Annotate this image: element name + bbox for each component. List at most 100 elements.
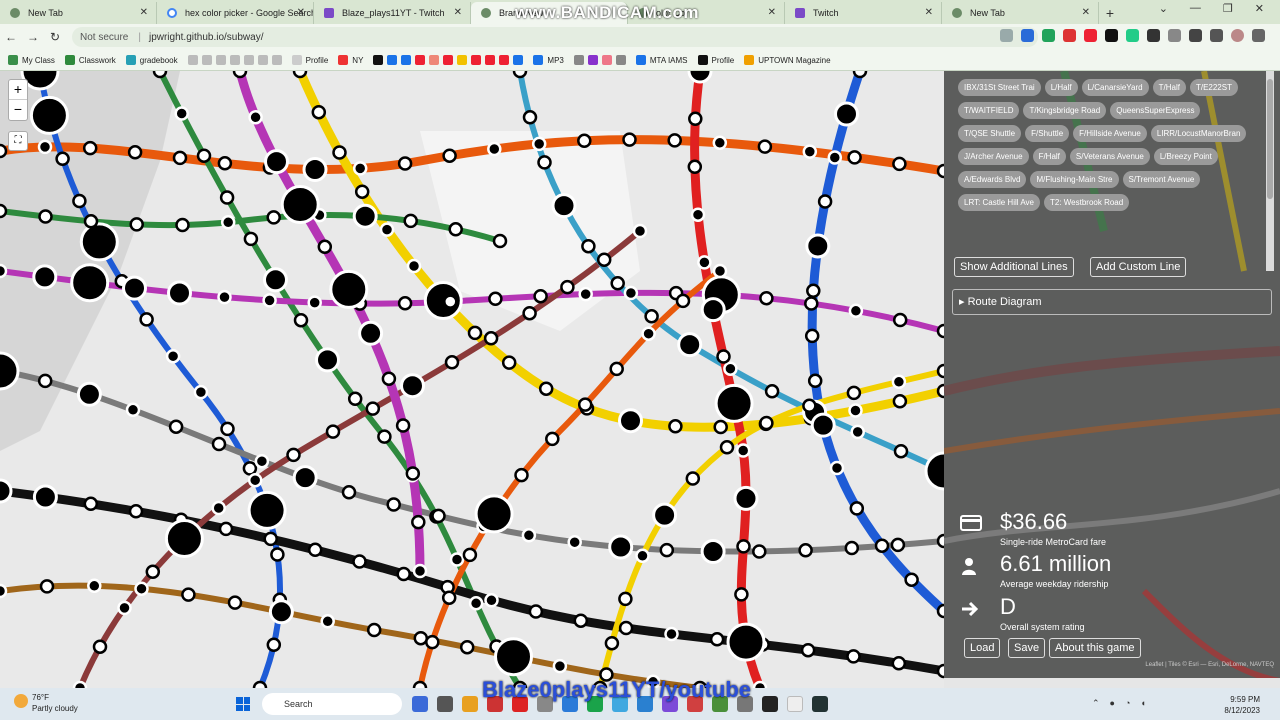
- station-marker[interactable]: [174, 106, 189, 121]
- station-marker[interactable]: [697, 255, 712, 270]
- download-icon[interactable]: [1189, 29, 1202, 42]
- zoom-out-button[interactable]: −: [9, 100, 27, 120]
- station-marker[interactable]: [545, 431, 560, 447]
- station-marker[interactable]: [254, 453, 270, 469]
- close-icon[interactable]: ✕: [768, 7, 776, 18]
- station-marker[interactable]: [211, 500, 226, 516]
- extension-icon[interactable]: [1084, 29, 1097, 42]
- station-marker[interactable]: [425, 634, 440, 650]
- station-marker[interactable]: [262, 293, 277, 308]
- file-explorer-icon[interactable]: [462, 696, 478, 712]
- station-marker[interactable]: [581, 238, 596, 254]
- station-marker[interactable]: [37, 373, 53, 389]
- station-marker[interactable]: [167, 280, 192, 306]
- about-button[interactable]: About this game: [1049, 638, 1141, 658]
- station-marker[interactable]: [551, 193, 577, 219]
- bookmark-item[interactable]: Profile: [291, 55, 328, 65]
- tab-new-tab-1[interactable]: New Tab ✕: [0, 2, 157, 24]
- network-icon[interactable]: ◔: [1125, 698, 1130, 709]
- puzzle-icon[interactable]: [1168, 29, 1181, 42]
- station-marker[interactable]: [127, 145, 143, 160]
- station-marker[interactable]: [292, 71, 308, 79]
- station-marker[interactable]: [266, 637, 282, 653]
- station-marker[interactable]: [125, 402, 141, 418]
- station-marker[interactable]: [79, 222, 119, 262]
- station-marker[interactable]: [366, 622, 382, 638]
- task-view-icon[interactable]: [412, 696, 428, 712]
- station-marker[interactable]: [449, 552, 465, 567]
- line-list-scroll-thumb[interactable]: [1267, 79, 1273, 199]
- line-chip[interactable]: LIRR/LocustManorBran: [1150, 125, 1247, 142]
- volume-icon[interactable]: ◖: [1140, 698, 1145, 709]
- station-marker[interactable]: [352, 554, 367, 569]
- station-marker[interactable]: [129, 217, 144, 232]
- station-marker[interactable]: [122, 275, 147, 301]
- station-marker[interactable]: [134, 581, 149, 596]
- station-marker[interactable]: [175, 217, 190, 233]
- bookmark-item[interactable]: gradebook: [125, 55, 178, 65]
- station-marker[interactable]: [846, 385, 862, 401]
- load-button[interactable]: Load: [964, 638, 1001, 658]
- station-marker[interactable]: [311, 104, 327, 120]
- station-marker[interactable]: [405, 466, 421, 481]
- line-chip[interactable]: F/Shuttle: [1025, 125, 1070, 142]
- station-marker[interactable]: [442, 148, 457, 163]
- station-marker[interactable]: [220, 421, 235, 437]
- extension-icon[interactable]: [1063, 29, 1076, 42]
- station-marker[interactable]: [514, 467, 529, 483]
- address-bar[interactable]: Not secure | jpwright.github.io/subway/: [72, 27, 1038, 47]
- station-marker[interactable]: [844, 540, 860, 556]
- line-chip[interactable]: A/Edwards Blvd: [958, 171, 1027, 188]
- station-marker[interactable]: [522, 110, 538, 125]
- menu-icon[interactable]: [1252, 29, 1265, 42]
- station-marker[interactable]: [152, 71, 168, 79]
- station-marker[interactable]: [850, 424, 865, 440]
- station-marker[interactable]: [386, 497, 401, 512]
- line-chip[interactable]: QueensSuperExpress: [1110, 102, 1201, 119]
- station-marker[interactable]: [623, 285, 639, 301]
- station-marker[interactable]: [752, 544, 767, 559]
- extension-icon[interactable]: [1126, 29, 1139, 42]
- station-marker[interactable]: [537, 155, 552, 170]
- station-marker[interactable]: [596, 252, 612, 267]
- station-marker[interactable]: [533, 288, 548, 304]
- station-marker[interactable]: [128, 504, 144, 519]
- station-marker[interactable]: [685, 471, 701, 486]
- station-marker[interactable]: [139, 312, 154, 327]
- station-marker[interactable]: [397, 156, 413, 171]
- station-marker[interactable]: [483, 331, 499, 346]
- bookmark-item[interactable]: Profile: [697, 55, 734, 65]
- station-marker[interactable]: [82, 140, 98, 156]
- station-marker[interactable]: [431, 508, 446, 524]
- station-marker[interactable]: [904, 572, 919, 587]
- station-marker[interactable]: [560, 279, 575, 295]
- app-icon[interactable]: [812, 696, 828, 712]
- close-window-icon[interactable]: ✕: [1255, 2, 1264, 15]
- horizontal-scrollbar[interactable]: [944, 678, 1280, 688]
- station-marker[interactable]: [484, 593, 499, 608]
- subway-map[interactable]: + − ⛶: [0, 71, 944, 688]
- station-marker[interactable]: [168, 419, 184, 434]
- station-marker[interactable]: [379, 222, 395, 237]
- station-marker[interactable]: [268, 599, 294, 625]
- station-marker[interactable]: [307, 295, 322, 310]
- line-chip[interactable]: T2: Westbrook Road: [1043, 194, 1130, 211]
- station-marker[interactable]: [0, 203, 8, 219]
- line-chip[interactable]: L/Breezy Point: [1153, 148, 1218, 165]
- line-chip[interactable]: T/E222ST: [1189, 79, 1238, 96]
- station-marker[interactable]: [232, 71, 248, 79]
- station-marker[interactable]: [713, 419, 728, 435]
- station-marker[interactable]: [400, 373, 425, 399]
- station-marker[interactable]: [891, 374, 907, 390]
- station-marker[interactable]: [211, 436, 227, 452]
- line-chip[interactable]: T/WAITFIELD: [958, 102, 1020, 119]
- station-marker[interactable]: [622, 132, 637, 147]
- station-marker[interactable]: [365, 401, 381, 416]
- line-chip[interactable]: J/Archer Avenue: [958, 148, 1029, 165]
- station-marker[interactable]: [396, 566, 411, 582]
- station-marker[interactable]: [501, 355, 517, 370]
- line-chip[interactable]: F/Hillside Avenue: [1073, 125, 1147, 142]
- station-marker[interactable]: [352, 161, 368, 176]
- station-marker[interactable]: [0, 143, 8, 159]
- app-icon[interactable]: [437, 696, 453, 712]
